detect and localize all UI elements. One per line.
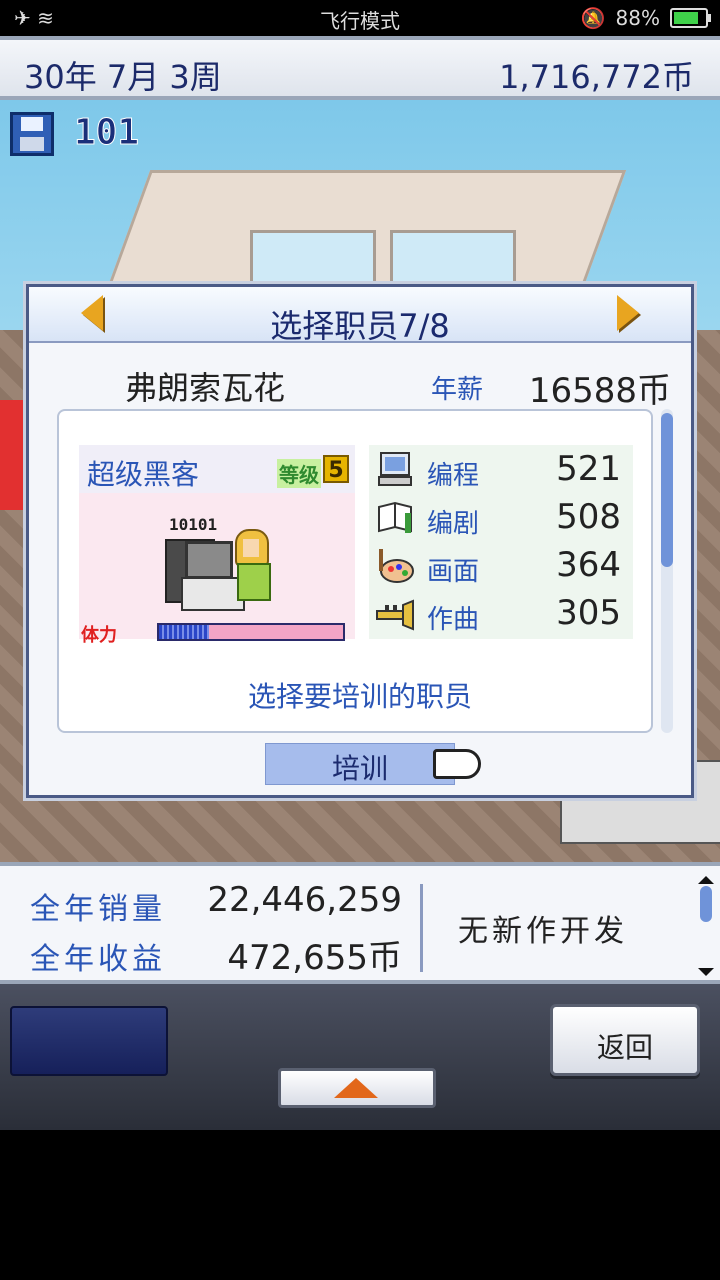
bottom-controls: 返回 bbox=[0, 984, 720, 1130]
computer-icon bbox=[375, 451, 415, 489]
save-count: 101 bbox=[73, 112, 140, 154]
menu-button[interactable] bbox=[10, 1006, 168, 1076]
dialog-title: 选择职员7/8 bbox=[270, 307, 450, 345]
code-text: 10101 bbox=[169, 515, 218, 534]
status-bar: ✈ ≋ 飞行模式 🔕 88% bbox=[0, 0, 720, 36]
trumpet-icon bbox=[375, 595, 415, 633]
save-icon[interactable] bbox=[10, 112, 54, 156]
annual-income-label: 全年收益 bbox=[30, 942, 166, 977]
stat-row-programming: 编程 521 bbox=[373, 449, 629, 493]
annual-info-panel: 全年销量 22,446,259 全年收益 472,655币 无新作开发 bbox=[0, 862, 720, 984]
panel-scroll-thumb[interactable] bbox=[661, 413, 673, 567]
book-icon bbox=[375, 499, 415, 537]
job-title: 超级黑客 bbox=[87, 458, 200, 491]
train-button-label: 培训 bbox=[331, 752, 388, 785]
palette-icon bbox=[375, 547, 415, 585]
stat-label: 编剧 bbox=[427, 509, 480, 539]
vending-machine bbox=[0, 400, 24, 510]
battery-percent: 88% bbox=[615, 6, 660, 30]
annual-income-value: 472,655币 bbox=[227, 938, 402, 978]
train-hint: 选择要培训的职员 bbox=[247, 680, 472, 713]
annual-sales-label: 全年销量 bbox=[30, 892, 166, 927]
desk-icon bbox=[181, 577, 245, 611]
stat-label: 作曲 bbox=[427, 605, 480, 635]
stat-value: 364 bbox=[556, 545, 621, 585]
top-info-bar: 30年 7月 3周 1,716,772币 bbox=[0, 36, 720, 100]
stat-value: 521 bbox=[556, 449, 621, 489]
status-right: 🔕 88% bbox=[580, 6, 711, 30]
info-divider bbox=[420, 884, 423, 972]
employee-avatar-face bbox=[243, 539, 259, 557]
stat-label: 画面 bbox=[427, 557, 480, 587]
employee-name: 弗朗索瓦花 bbox=[125, 369, 286, 407]
battery-icon bbox=[670, 8, 711, 28]
employee-avatar-body bbox=[237, 563, 271, 601]
info-scroll-thumb[interactable] bbox=[700, 886, 712, 922]
back-button-label: 返回 bbox=[596, 1031, 653, 1064]
salary-value: 16588币 bbox=[528, 371, 671, 411]
stamina-bar-fill bbox=[159, 625, 209, 639]
stat-value: 508 bbox=[556, 497, 621, 537]
stat-row-music: 作曲 305 bbox=[373, 593, 629, 637]
money-amount: 1,716,772币 bbox=[499, 58, 694, 96]
annual-sales-value: 22,446,259 bbox=[207, 880, 402, 920]
game-date: 30年 7月 3周 bbox=[24, 58, 222, 96]
bell-off-icon: 🔕 bbox=[580, 6, 606, 30]
salary-label: 年薪 bbox=[431, 375, 484, 405]
stat-value: 305 bbox=[556, 593, 621, 633]
level-value: 5 bbox=[323, 455, 349, 483]
stat-row-scenario: 编剧 508 bbox=[373, 497, 629, 541]
stat-label: 编程 bbox=[427, 461, 480, 491]
up-arrow-icon bbox=[334, 1078, 378, 1098]
pointing-hand-icon bbox=[433, 749, 481, 779]
select-staff-dialog: 选择职员7/8 弗朗索瓦花 年薪 16588币 超级黑客 等级 5 10101 … bbox=[26, 284, 694, 798]
development-status: 无新作开发 bbox=[458, 914, 628, 949]
level-label: 等级 bbox=[277, 459, 321, 488]
stat-row-graphics: 画面 364 bbox=[373, 545, 629, 589]
monitor-icon bbox=[185, 541, 233, 579]
stamina-label: 体力 bbox=[81, 625, 117, 646]
